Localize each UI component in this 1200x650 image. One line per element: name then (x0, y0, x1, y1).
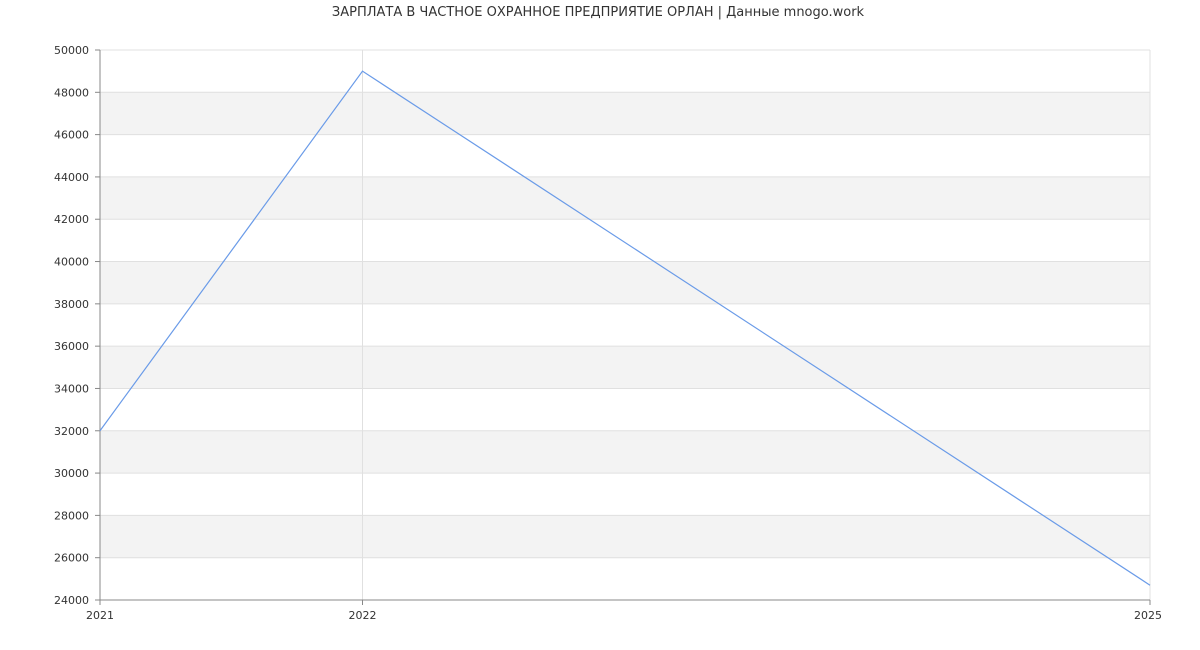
y-tick-label: 34000 (54, 382, 89, 395)
plot-band (100, 92, 1150, 135)
y-tick-label: 44000 (54, 171, 89, 184)
y-tick-label: 32000 (54, 425, 89, 438)
x-tick-label: 2025 (1134, 609, 1162, 622)
y-tick-label: 46000 (54, 129, 89, 142)
plot-band (100, 346, 1150, 389)
y-tick-label: 38000 (54, 298, 89, 311)
plot-band (100, 515, 1150, 558)
plot-band (100, 261, 1150, 304)
y-tick-label: 50000 (54, 44, 89, 57)
y-axis-ticks: 24000 26000 28000 30000 32000 34000 36000 38000… (54, 44, 100, 607)
y-tick-label: 40000 (54, 256, 89, 269)
y-tick-label: 42000 (54, 213, 89, 226)
salary-line-chart: ЗАРПЛАТА В ЧАСТНОЕ ОХРАННОЕ ПРЕДПРИЯТИЕ … (54, 5, 1162, 622)
plot-band (100, 430, 1150, 474)
series-line (99, 70, 1151, 586)
y-tick-label: 26000 (54, 552, 89, 565)
x-tick-label: 2022 (349, 609, 377, 622)
y-tick-label: 36000 (54, 340, 89, 353)
y-tick-label: 24000 (54, 594, 89, 607)
plot-bands (100, 92, 1150, 558)
x-tick-label: 2021 (86, 609, 114, 622)
y-tick-label: 30000 (54, 467, 89, 480)
x-axis-ticks: 2021 2022 2025 (86, 600, 1162, 622)
chart-title: ЗАРПЛАТА В ЧАСТНОЕ ОХРАННОЕ ПРЕДПРИЯТИЕ … (332, 5, 865, 20)
series-group (99, 70, 1151, 586)
plot-band (100, 176, 1150, 220)
y-tick-label: 48000 (54, 86, 89, 99)
y-tick-label: 28000 (54, 509, 89, 522)
